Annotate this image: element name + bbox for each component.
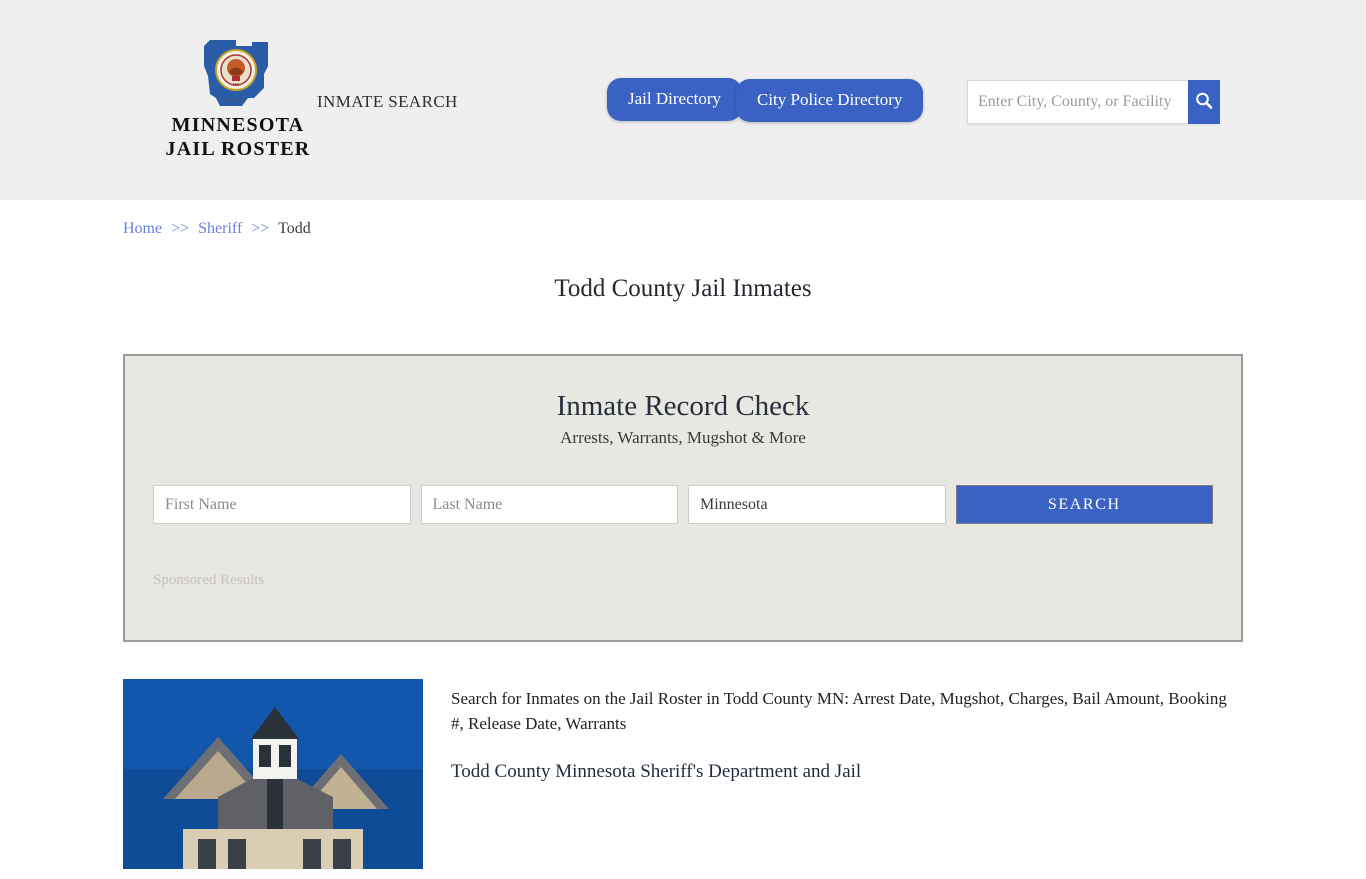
widget-subtitle: Arrests, Warrants, Mugshot & More: [153, 428, 1213, 448]
breadcrumb-item-current: Todd: [278, 220, 311, 237]
logo-wordmark: MINNESOTA JAIL ROSTER: [153, 114, 323, 161]
county-description: Search for Inmates on the Jail Roster in…: [451, 687, 1243, 736]
breadcrumb-separator: >>: [171, 220, 189, 237]
logo-line-1: MINNESOTA: [153, 114, 323, 138]
sponsor-search-button[interactable]: SEARCH: [956, 485, 1213, 524]
site-tagline: INMATE SEARCH: [317, 92, 458, 112]
minnesota-state-seal-icon: MN ★ ★ ★: [190, 36, 286, 112]
last-name-input[interactable]: [421, 485, 679, 524]
logo-line-2: JAIL ROSTER: [153, 138, 323, 162]
breadcrumb: Home >> Sheriff >> Todd: [123, 200, 1243, 238]
sponsored-results-note: Sponsored Results: [153, 572, 1213, 589]
svg-text:MN: MN: [233, 82, 240, 87]
nav-city-police-directory[interactable]: City Police Directory: [736, 79, 923, 122]
todd-county-courthouse-photo: [123, 679, 423, 879]
header-search-input[interactable]: [967, 80, 1188, 124]
site-logo[interactable]: MN ★ ★ ★ MINNESOTA JAIL ROSTER: [153, 36, 323, 161]
primary-nav: Jail Directory City Police Directory: [607, 78, 923, 121]
widget-title: Inmate Record Check: [153, 390, 1213, 423]
header-search-button[interactable]: [1188, 80, 1220, 124]
state-select[interactable]: Minnesota: [688, 485, 946, 524]
inmate-record-search-form: Minnesota SEARCH: [153, 485, 1213, 524]
county-info-text: Search for Inmates on the Jail Roster in…: [451, 679, 1243, 879]
nav-jail-directory[interactable]: Jail Directory: [607, 78, 742, 121]
county-info-section: Search for Inmates on the Jail Roster in…: [123, 679, 1243, 879]
page-content: Home >> Sheriff >> Todd Todd County Jail…: [123, 200, 1243, 879]
county-subheading: Todd County Minnesota Sheriff's Departme…: [451, 761, 1243, 783]
header-search: [967, 80, 1217, 124]
page-title: Todd County Jail Inmates: [123, 275, 1243, 303]
header-inner: MN ★ ★ ★ MINNESOTA JAIL ROSTER INMATE SE…: [123, 0, 1243, 200]
svg-text:★ ★ ★: ★ ★ ★: [228, 98, 244, 104]
search-icon: [1194, 91, 1214, 114]
breadcrumb-separator: >>: [251, 220, 269, 237]
first-name-input[interactable]: [153, 485, 411, 524]
breadcrumb-item-home[interactable]: Home: [123, 220, 162, 237]
site-header: MN ★ ★ ★ MINNESOTA JAIL ROSTER INMATE SE…: [0, 0, 1366, 200]
breadcrumb-item-sheriff[interactable]: Sheriff: [198, 220, 242, 237]
inmate-record-check-widget: Inmate Record Check Arrests, Warrants, M…: [123, 354, 1243, 642]
